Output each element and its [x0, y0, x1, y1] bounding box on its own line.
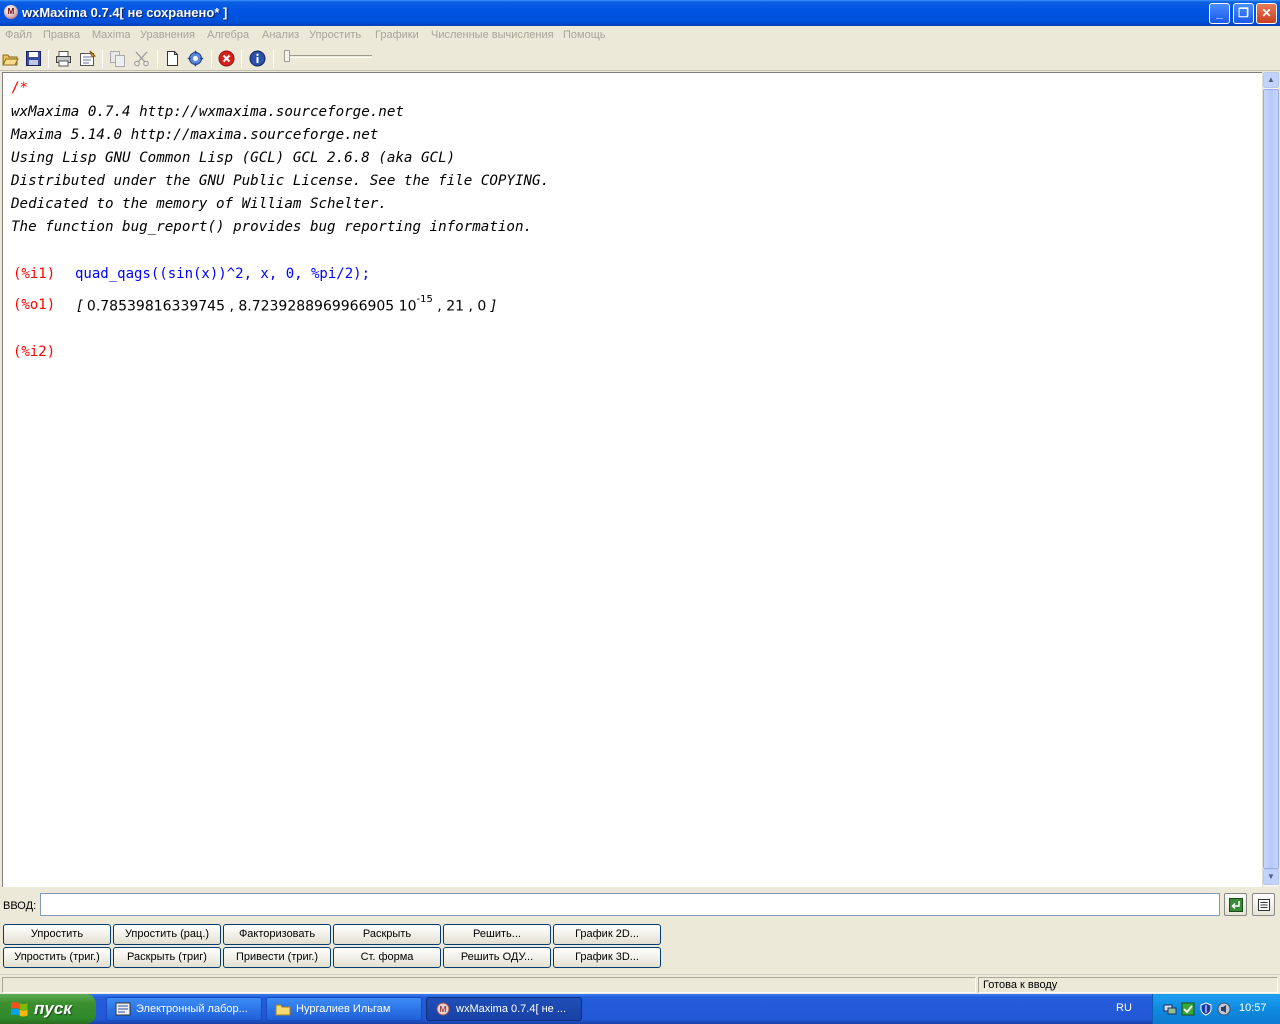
interrupt-icon[interactable]	[218, 50, 235, 67]
output-separator: ,	[229, 298, 234, 315]
header-line-bug-report: The function bug_report() provides bug r…	[11, 219, 533, 235]
save-icon[interactable]	[25, 50, 42, 67]
simplify-trig-button[interactable]: Упростить (триг.)	[3, 947, 111, 968]
menu-maxima[interactable]: Maxima	[92, 29, 131, 41]
clock[interactable]: 10:57	[1239, 1002, 1267, 1014]
simplify-rational-button[interactable]: Упростить (рац.)	[113, 924, 221, 945]
output-bracket-open: [	[77, 298, 83, 315]
zoom-slider-track[interactable]	[286, 55, 372, 58]
factor-button[interactable]: Факторизовать	[223, 924, 331, 945]
scroll-thumb[interactable]	[1263, 89, 1279, 869]
output-label-o1: (%o1)	[13, 297, 56, 313]
menu-equations[interactable]: Уравнения	[140, 29, 195, 41]
history-icon[interactable]	[1252, 893, 1275, 916]
shield-icon[interactable]	[1199, 1002, 1213, 1016]
menu-edit[interactable]: Правка	[43, 29, 80, 41]
header-line-license: Distributed under the GNU Public License…	[11, 173, 550, 189]
start-label: пуск	[34, 999, 72, 1018]
expand-button[interactable]: Раскрыть	[333, 924, 441, 945]
new-icon[interactable]	[164, 50, 181, 67]
document-icon	[115, 1002, 131, 1016]
simplify-button[interactable]: Упростить	[3, 924, 111, 945]
menu-bar: Файл Правка Maxima Уравнения Алгебра Ана…	[0, 26, 1280, 46]
input-label: ВВОД:	[3, 900, 37, 912]
header-line-lisp: Using Lisp GNU Common Lisp (GCL) GCL 2.6…	[11, 150, 456, 166]
header-line-dedication: Dedicated to the memory of William Schel…	[11, 196, 387, 212]
output-separator: ,	[468, 298, 473, 315]
vertical-scrollbar[interactable]: ▲ ▼	[1262, 72, 1279, 887]
menu-numeric[interactable]: Численные вычисления	[431, 29, 554, 41]
status-segment-main	[2, 977, 976, 993]
input-label-i2[interactable]: (%i2)	[13, 344, 55, 360]
status-bar: Готова к вводу	[0, 974, 1280, 994]
menu-plots[interactable]: Графики	[375, 29, 419, 41]
security-check-icon[interactable]	[1181, 1002, 1195, 1016]
scroll-up-button[interactable]: ▲	[1263, 72, 1279, 88]
windows-flag-icon	[11, 1002, 28, 1017]
plot-2d-button[interactable]: График 2D...	[553, 924, 661, 945]
task-electronic-lab[interactable]: Электронный лабор...	[106, 997, 262, 1021]
maximize-button[interactable]: ❐	[1233, 3, 1254, 24]
command-input[interactable]	[40, 893, 1220, 916]
open-icon[interactable]	[2, 50, 19, 67]
task-wxmaxima[interactable]: M wxMaxima 0.7.4[ не ...	[426, 997, 582, 1021]
menu-simplify[interactable]: Упростить	[309, 29, 361, 41]
output-value-error-exponent: -15	[416, 294, 433, 305]
expand-trig-button[interactable]: Раскрыть (триг)	[113, 947, 221, 968]
info-icon[interactable]	[249, 50, 266, 67]
toolbar	[0, 46, 1280, 71]
settings-icon[interactable]	[187, 50, 204, 67]
enter-icon[interactable]	[1224, 893, 1247, 916]
configure-icon[interactable]	[79, 50, 96, 67]
worksheet[interactable]: /* wxMaxima 0.7.4 http://wxmaxima.source…	[2, 72, 1262, 887]
maxima-app-icon: M	[436, 1002, 450, 1016]
print-icon[interactable]	[55, 50, 72, 67]
menu-help[interactable]: Помощь	[563, 29, 606, 41]
output-value-error-base: 10	[398, 298, 417, 315]
minimize-button[interactable]: _	[1209, 3, 1230, 24]
menu-algebra[interactable]: Алгебра	[207, 29, 249, 41]
output-value-error-mantissa: 8.7239288969966905	[238, 298, 395, 315]
canonical-form-button[interactable]: Ст. форма	[333, 947, 441, 968]
svg-text:M: M	[440, 1005, 447, 1014]
status-text: Готова к вводу	[978, 977, 1278, 993]
maxima-app-icon[interactable]: M	[4, 5, 18, 19]
output-value-error-code: 0	[477, 298, 487, 315]
taskbar: пуск Электронный лабор... Нургалиев Ильг…	[0, 994, 1280, 1024]
solve-button[interactable]: Решить...	[443, 924, 551, 945]
output-separator: ,	[437, 298, 442, 315]
output-value-evaluations: 21	[446, 298, 465, 315]
title-bar: M wxMaxima 0.7.4[ не сохранено* ] _ ❐ ✕	[0, 0, 1280, 26]
menu-file[interactable]: Файл	[5, 29, 32, 41]
output-bracket-close: ]	[490, 298, 497, 315]
header-line-maxima: Maxima 5.14.0 http://maxima.sourceforge.…	[11, 127, 379, 143]
output-cell-o1: [ 0.78539816339745 , 8.7239288969966905 …	[77, 294, 497, 315]
cut-icon[interactable]	[133, 50, 150, 67]
plot-3d-button[interactable]: График 3D...	[553, 947, 661, 968]
start-button[interactable]: пуск	[0, 994, 96, 1024]
language-indicator[interactable]: RU	[1116, 1002, 1132, 1014]
comment-open: /*	[11, 80, 29, 96]
scroll-down-button[interactable]: ▼	[1263, 869, 1279, 885]
reduce-trig-button[interactable]: Привести (триг.)	[223, 947, 331, 968]
window-title: wxMaxima 0.7.4[ не сохранено* ]	[22, 5, 228, 20]
task-label: Электронный лабор...	[136, 1003, 248, 1015]
solve-ode-button[interactable]: Решить ОДУ...	[443, 947, 551, 968]
menu-analysis[interactable]: Анализ	[262, 29, 299, 41]
input-cell-i1[interactable]: quad_qags((sin(x))^2, x, 0, %pi/2);	[75, 266, 370, 282]
speaker-icon[interactable]	[1217, 1002, 1231, 1016]
folder-icon	[275, 1004, 291, 1016]
input-label-i1[interactable]: (%i1)	[13, 266, 55, 282]
copy-icon[interactable]	[109, 50, 126, 67]
system-tray: 10:57	[1152, 994, 1280, 1024]
task-label: wxMaxima 0.7.4[ не ...	[456, 1003, 566, 1015]
output-value-integral: 0.78539816339745	[86, 298, 225, 315]
zoom-slider-thumb[interactable]	[284, 50, 290, 62]
header-line-wxmaxima: wxMaxima 0.7.4 http://wxmaxima.sourcefor…	[11, 104, 404, 120]
input-row: ВВОД:	[0, 890, 1280, 920]
network-icon[interactable]	[1163, 1002, 1177, 1016]
task-folder[interactable]: Нургалиев Ильгам	[266, 997, 422, 1021]
close-button[interactable]: ✕	[1256, 3, 1277, 24]
task-label: Нургалиев Ильгам	[296, 1003, 391, 1015]
